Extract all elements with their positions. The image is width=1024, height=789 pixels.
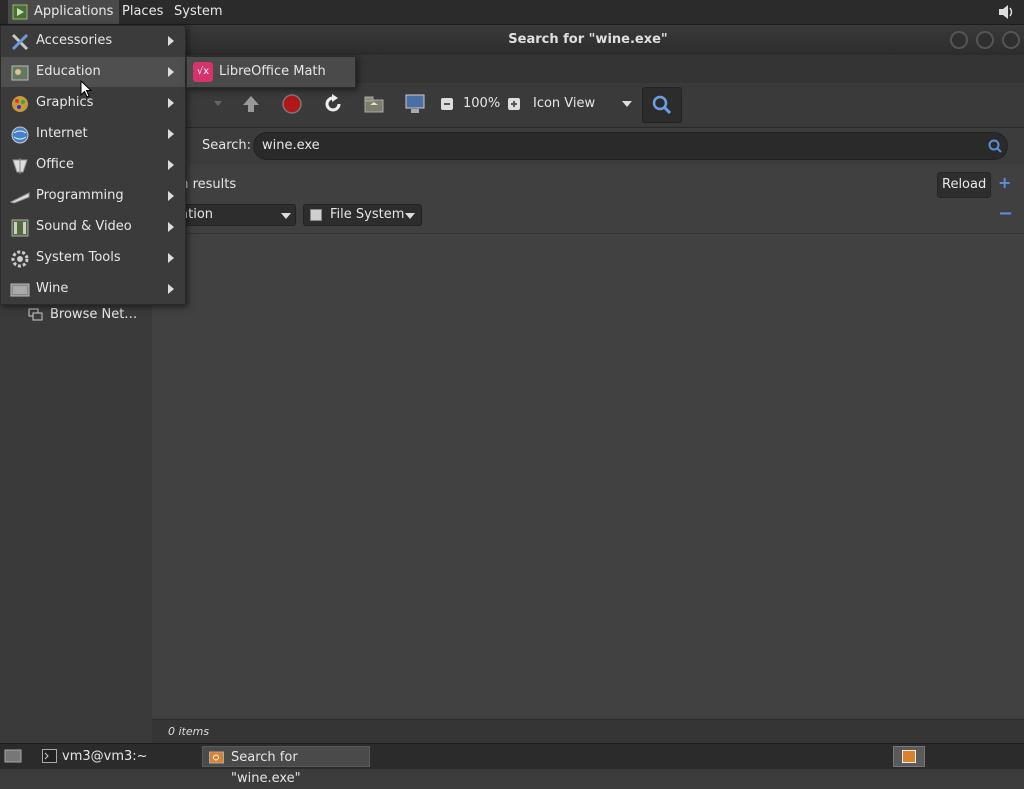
search-folder-icon <box>209 751 224 764</box>
sound-video-icon <box>11 219 29 237</box>
menu-item-wine[interactable]: Wine <box>1 274 185 304</box>
show-desktop-icon[interactable] <box>4 747 22 765</box>
status-text: 0 items <box>168 725 210 738</box>
menu-item-graphics[interactable]: Graphics <box>1 88 185 118</box>
menu-item-label: Office <box>36 157 74 172</box>
status-bar: 0 items <box>152 719 1024 744</box>
workspace-switcher[interactable] <box>893 746 925 767</box>
view-mode-dropdown-icon[interactable] <box>622 101 632 107</box>
menu-item-label: Wine <box>36 281 69 296</box>
search-window: Search for "wine.exe" rd <box>152 25 1024 744</box>
search-bar: Search: wine.exe <box>152 128 1024 164</box>
system-menu[interactable]: System <box>168 0 228 24</box>
toolbar: rd 100% Icon View <box>152 83 1024 128</box>
applications-menu[interactable]: Applications <box>8 0 120 24</box>
submenu-arrow-icon <box>168 98 174 108</box>
menu-item-internet[interactable]: Internet <box>1 119 185 149</box>
side-pane-browse-network[interactable]: Browse Net… <box>28 305 148 325</box>
taskbar: vm3@vm3:~ Search for "wine.exe" <box>0 743 1024 786</box>
search-label: Search: <box>202 138 252 153</box>
libreoffice-math-icon: √x <box>193 62 213 82</box>
education-submenu: √x LibreOffice Math <box>186 56 356 88</box>
zoom-in-icon[interactable] <box>507 97 521 111</box>
search-results-area[interactable] <box>152 234 1024 718</box>
workspace-window-icon <box>902 750 916 763</box>
taskbar-item-label: Search for "wine.exe" <box>231 750 301 786</box>
submenu-arrow-icon <box>168 284 174 294</box>
taskbar-item-label: vm3@vm3:~ <box>62 749 148 764</box>
criteria-type-dropdown-icon <box>281 213 291 219</box>
accessories-icon <box>11 33 29 51</box>
menu-item-system-tools[interactable]: System Tools <box>1 243 185 273</box>
up-arrow-icon[interactable] <box>240 93 262 115</box>
submenu-arrow-icon <box>168 160 174 170</box>
network-icon <box>28 308 43 321</box>
menu-item-libreoffice-math[interactable]: √x LibreOffice Math <box>187 57 355 87</box>
submenu-arrow-icon <box>168 36 174 46</box>
search-input[interactable]: wine.exe <box>253 132 1008 160</box>
home-folder-icon[interactable] <box>363 93 385 115</box>
zoom-out-icon[interactable] <box>440 97 454 111</box>
location-combo[interactable]: File System <box>303 204 422 226</box>
places-menu[interactable]: Places <box>116 0 169 24</box>
forward-dropdown-icon[interactable] <box>214 101 222 106</box>
taskbar-item-search-window[interactable]: Search for "wine.exe" <box>202 746 370 786</box>
education-icon <box>11 65 29 81</box>
search-criteria-panel: rch results Reload + cation File System … <box>152 165 1024 234</box>
internet-icon <box>11 126 29 144</box>
top-panel: Applications Places System <box>0 0 1024 25</box>
applications-dropdown: Accessories Education Graphics Internet <box>0 25 186 305</box>
maximize-button[interactable] <box>976 31 994 49</box>
menu-item-accessories[interactable]: Accessories <box>1 26 185 56</box>
computer-icon[interactable] <box>404 93 426 115</box>
graphics-icon <box>12 96 28 112</box>
search-toggle-button[interactable] <box>642 87 682 123</box>
menu-item-label: Internet <box>36 126 88 141</box>
applications-label: Applications <box>34 4 114 19</box>
search-icon <box>652 95 672 115</box>
submenu-arrow-icon <box>168 129 174 139</box>
location-label: File System <box>330 207 405 222</box>
menu-item-label: Accessories <box>36 33 113 48</box>
view-mode-label[interactable]: Icon View <box>533 96 595 111</box>
menu-item-label: Sound & Video <box>36 219 132 234</box>
side-pane-browse-network-label: Browse Net… <box>50 307 138 322</box>
reload-icon[interactable] <box>322 93 344 115</box>
submenu-arrow-icon <box>168 222 174 232</box>
location-dropdown-icon <box>405 213 415 219</box>
reload-button[interactable]: Reload <box>937 172 992 198</box>
office-icon <box>12 158 28 174</box>
window-title: Search for "wine.exe" <box>508 32 668 47</box>
system-tools-icon <box>11 250 29 268</box>
file-system-icon <box>310 209 322 221</box>
remove-criteria-button[interactable]: − <box>998 203 1013 224</box>
menu-item-label: Education <box>36 64 101 79</box>
taskbar-item-terminal[interactable]: vm3@vm3:~ <box>36 746 196 767</box>
volume-icon[interactable] <box>996 2 1016 22</box>
menu-item-label: Programming <box>36 188 124 203</box>
stop-icon[interactable] <box>281 93 303 115</box>
applications-icon <box>12 4 28 20</box>
menu-item-label: System Tools <box>36 250 121 265</box>
menu-item-education[interactable]: Education <box>1 57 185 87</box>
submenu-arrow-icon <box>168 67 174 77</box>
menu-item-programming[interactable]: Programming <box>1 181 185 211</box>
search-input-icon[interactable] <box>988 139 1002 153</box>
menu-item-sound-video[interactable]: Sound & Video <box>1 212 185 242</box>
programming-icon <box>10 192 30 204</box>
mouse-cursor-icon <box>80 80 92 98</box>
wine-icon <box>10 283 30 297</box>
terminal-icon <box>42 749 57 763</box>
menu-item-office[interactable]: Office <box>1 150 185 180</box>
minimize-button[interactable] <box>950 31 968 49</box>
close-button[interactable] <box>1002 31 1020 49</box>
window-titlebar[interactable]: Search for "wine.exe" <box>152 25 1024 55</box>
menu-item-label: LibreOffice Math <box>219 64 326 79</box>
add-criteria-button[interactable]: + <box>998 173 1011 192</box>
zoom-level: 100% <box>463 96 501 111</box>
submenu-arrow-icon <box>168 191 174 201</box>
submenu-arrow-icon <box>168 253 174 263</box>
